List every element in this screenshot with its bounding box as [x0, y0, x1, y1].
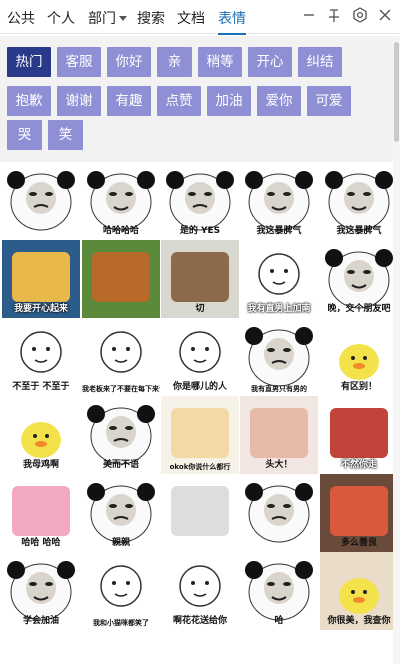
sticker-caption: 有区别！: [340, 382, 377, 392]
category-chip[interactable]: 有趣: [107, 86, 151, 116]
category-chip[interactable]: 亲: [157, 47, 192, 77]
category-chip[interactable]: 可爱: [307, 86, 351, 116]
category-chip[interactable]: 爱你: [257, 86, 301, 116]
category-chip[interactable]: 哭: [7, 120, 42, 150]
category-panel: 热门 客服 你好 亲 稍等 开心 纠结 抱歉 谢谢 有趣 点赞 加油 爱你 可爱…: [0, 36, 393, 162]
sticker-item[interactable]: 不然你走: [320, 396, 393, 474]
sticker-item[interactable]: 哈哈 哈哈: [2, 474, 80, 552]
sticker-item[interactable]: 我老板来了不要在每下来说: [82, 318, 160, 396]
sticker-caption: 啊花花送给你: [172, 616, 227, 626]
sticker-item[interactable]: 你很美，我查你: [320, 552, 393, 630]
sticker-image: [82, 240, 160, 318]
tab-department-label: 部门: [88, 11, 116, 27]
sticker-item[interactable]: [2, 162, 80, 240]
sticker-item[interactable]: 头大！: [240, 396, 318, 474]
sticker-caption: 哈: [274, 616, 284, 626]
category-chip[interactable]: 加油: [207, 86, 251, 116]
sticker-caption: 我这暴脾气: [336, 226, 382, 236]
tab-public[interactable]: 公共: [7, 8, 35, 28]
sticker-caption: 切: [195, 304, 205, 314]
sticker-image: [161, 474, 239, 552]
sticker-caption: 学会加油: [22, 616, 59, 626]
sticker-image: [245, 483, 313, 543]
sticker-caption: 哈哈 哈哈: [21, 538, 61, 548]
sticker-item[interactable]: 哈: [240, 552, 318, 630]
sticker-grid: 哈哈哈哈 是的 YES 我这暴脾气 我这暴脾气 我要开心起来 切 我有直男上加南: [0, 162, 393, 664]
sticker-caption: 是的 YES: [179, 226, 221, 236]
sticker-item[interactable]: 我这暴脾气: [320, 162, 393, 240]
settings-gear-icon[interactable]: [351, 6, 369, 24]
sticker-caption: okok你说什么都行: [169, 463, 231, 471]
sticker-image: [7, 171, 75, 231]
sticker-item[interactable]: 我有直男只有男的: [240, 318, 318, 396]
sticker-item[interactable]: 晚，交个朋友吧: [320, 240, 393, 318]
category-chip[interactable]: 谢谢: [57, 86, 101, 116]
tab-emoji[interactable]: 表情: [218, 8, 246, 35]
sticker-item[interactable]: [82, 240, 160, 318]
vertical-scrollbar[interactable]: [393, 36, 400, 664]
sticker-item[interactable]: 切: [161, 240, 239, 318]
close-icon[interactable]: [376, 6, 394, 24]
sticker-caption: 晚，交个朋友吧: [327, 304, 391, 314]
sticker-item[interactable]: 我要开心起来: [2, 240, 80, 318]
sticker-item[interactable]: 美而不语: [82, 396, 160, 474]
sticker-caption: 我有直男只有男的: [251, 385, 307, 393]
sticker-caption: 我和小猫咪都笑了: [93, 619, 149, 627]
sticker-caption: 头大！: [265, 460, 293, 470]
sticker-caption: 我这暴脾气: [256, 226, 302, 236]
sticker-item[interactable]: 我母鸡啊: [2, 396, 80, 474]
category-chip[interactable]: 抱歉: [7, 86, 51, 116]
sticker-caption: 美而不语: [102, 460, 139, 470]
sticker-caption: 我老板来了不要在每下来说: [82, 385, 160, 393]
category-chip[interactable]: 笑: [48, 120, 83, 150]
minimize-icon[interactable]: [300, 6, 318, 24]
category-chip-hot[interactable]: 热门: [7, 47, 51, 77]
sticker-item[interactable]: 我有直男上加南: [240, 240, 318, 318]
category-chip[interactable]: 纠结: [298, 47, 342, 77]
category-chip[interactable]: 客服: [57, 47, 101, 77]
pin-icon[interactable]: [325, 6, 343, 24]
category-chip[interactable]: 稍等: [198, 47, 242, 77]
sticker-item[interactable]: 多么善良: [320, 474, 393, 552]
sticker-item[interactable]: [161, 474, 239, 552]
sticker-caption: 不至于 不至于: [12, 382, 70, 392]
sticker-item[interactable]: 啊花花送给你: [161, 552, 239, 630]
sticker-item[interactable]: 是的 YES: [161, 162, 239, 240]
sticker-item[interactable]: 你是哪儿的人: [161, 318, 239, 396]
tab-personal[interactable]: 个人: [47, 8, 75, 28]
sticker-caption: 我母鸡啊: [22, 460, 59, 470]
tab-search[interactable]: 搜索: [137, 8, 165, 28]
sticker-item[interactable]: [240, 474, 318, 552]
sticker-item[interactable]: 我和小猫咪都笑了: [82, 552, 160, 630]
sticker-caption: 哈哈哈哈: [102, 226, 139, 236]
chevron-down-icon: [119, 16, 127, 21]
sticker-item[interactable]: 学会加油: [2, 552, 80, 630]
category-chip[interactable]: 点赞: [157, 86, 201, 116]
sticker-caption: 我要开心起来: [13, 304, 68, 314]
sticker-item[interactable]: 不至于 不至于: [2, 318, 80, 396]
sticker-item[interactable]: 我这暴脾气: [240, 162, 318, 240]
scrollbar-thumb[interactable]: [394, 42, 399, 142]
sticker-item[interactable]: okok你说什么都行: [161, 396, 239, 474]
category-chip[interactable]: 你好: [107, 47, 151, 77]
sticker-caption: 親親: [111, 538, 130, 548]
category-chip[interactable]: 开心: [248, 47, 292, 77]
sticker-item[interactable]: 有区别！: [320, 318, 393, 396]
tab-department[interactable]: 部门: [88, 8, 127, 28]
sticker-caption: 我有直男上加南: [247, 304, 311, 314]
sticker-caption: 你是哪儿的人: [172, 382, 227, 392]
sticker-item[interactable]: 哈哈哈哈: [82, 162, 160, 240]
sticker-item[interactable]: 親親: [82, 474, 160, 552]
sticker-caption: 多么善良: [340, 538, 377, 548]
sticker-caption: 不然你走: [340, 460, 377, 470]
top-nav-bar: 公共 个人 部门 搜索 文档 表情: [0, 0, 400, 35]
sticker-caption: 你很美，我查你: [327, 616, 391, 626]
tab-documents[interactable]: 文档: [177, 8, 205, 28]
